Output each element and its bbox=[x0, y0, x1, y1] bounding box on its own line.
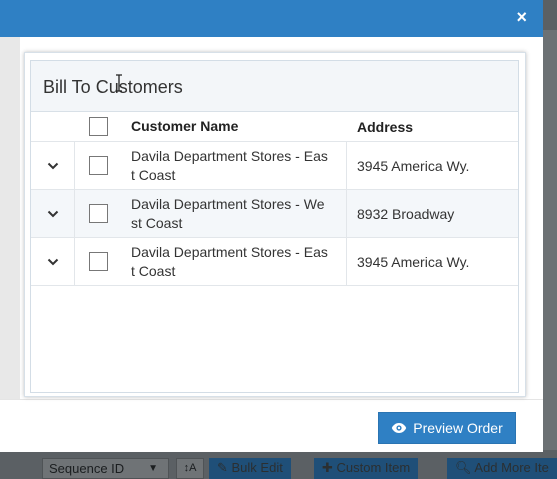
select-all-checkbox[interactable] bbox=[88, 117, 108, 136]
customer-name-line2: t Coast bbox=[131, 166, 176, 183]
preview-order-button[interactable]: Preview Order bbox=[378, 412, 516, 444]
bulk-edit-button[interactable]: ✎ Bulk Edit bbox=[209, 458, 291, 479]
header-expand-cell bbox=[31, 112, 75, 141]
add-more-items-button[interactable]: 🔍︎ Add More Ite bbox=[447, 458, 557, 479]
row-checkbox[interactable] bbox=[88, 252, 108, 271]
custom-item-label: Custom Item bbox=[336, 460, 411, 475]
chevron-down-icon[interactable] bbox=[47, 162, 59, 170]
custom-item-button[interactable]: ✚ Custom Item bbox=[314, 458, 419, 479]
preview-order-label: Preview Order bbox=[413, 420, 503, 436]
expand-cell bbox=[31, 142, 75, 189]
pencil-icon: ✎ bbox=[217, 460, 232, 475]
sort-button[interactable]: ↕A bbox=[176, 458, 204, 479]
plus-icon: ✚ bbox=[322, 460, 337, 475]
table-row[interactable]: Davila Department Stores - Eas t Coast 39… bbox=[31, 238, 518, 286]
row-checkbox[interactable] bbox=[88, 156, 108, 175]
panel-title-bar: Bill To Customers bbox=[31, 61, 518, 112]
customer-name-line1: Davila Department Stores - We bbox=[131, 195, 325, 212]
sequence-select[interactable]: Sequence ID ▼ bbox=[42, 458, 169, 479]
customer-name-line1: Davila Department Stores - Eas bbox=[131, 147, 328, 164]
customer-name-line2: st Coast bbox=[131, 214, 183, 231]
bill-to-frame: Bill To Customers Customer Name Address bbox=[30, 60, 519, 393]
modal-left-gutter bbox=[0, 37, 20, 399]
customer-name-cell: Davila Department Stores - We st Coast bbox=[121, 190, 347, 237]
order-modal: × Preview Order Bill To Customers Custom… bbox=[0, 0, 543, 452]
bulk-edit-label: Bulk Edit bbox=[231, 460, 283, 475]
caret-down-icon: ▼ bbox=[148, 463, 158, 474]
customer-name-line2: t Coast bbox=[131, 262, 176, 279]
panel-title: Bill To Customers bbox=[43, 77, 183, 97]
customer-name-cell: Davila Department Stores - Eas t Coast bbox=[121, 238, 347, 285]
expand-cell bbox=[31, 190, 75, 237]
address-cell: 8932 Broadway bbox=[357, 205, 455, 222]
header-check-cell bbox=[75, 112, 121, 141]
column-header-customer-name[interactable]: Customer Name bbox=[121, 112, 347, 141]
sequence-select-value: Sequence ID bbox=[49, 461, 125, 476]
expand-cell bbox=[31, 238, 75, 285]
check-cell bbox=[75, 190, 121, 237]
screen: Sequence ID ▼ ↕A ✎ Bulk Edit ✚ Custom It… bbox=[0, 0, 557, 479]
modal-header: × bbox=[0, 0, 543, 37]
check-cell bbox=[75, 142, 121, 189]
search-plus-icon: 🔍︎ bbox=[455, 460, 475, 475]
bill-to-panel: Bill To Customers Customer Name Address bbox=[24, 52, 526, 397]
column-header-address[interactable]: Address bbox=[347, 112, 518, 141]
table-header-row: Customer Name Address bbox=[31, 112, 518, 142]
eye-icon bbox=[392, 423, 407, 433]
modal-footer-divider bbox=[0, 399, 543, 400]
background-right-strip bbox=[543, 30, 557, 450]
customer-name-line1: Davila Department Stores - Eas bbox=[131, 243, 328, 260]
text-cursor-icon bbox=[116, 74, 122, 92]
customers-table: Customer Name Address Davila Department … bbox=[31, 112, 518, 286]
check-cell bbox=[75, 238, 121, 285]
row-checkbox[interactable] bbox=[88, 204, 108, 223]
address-cell: 3945 America Wy. bbox=[357, 157, 470, 174]
table-row[interactable]: Davila Department Stores - We st Coast 89… bbox=[31, 190, 518, 238]
address-cell: 3945 America Wy. bbox=[357, 253, 470, 270]
chevron-down-icon[interactable] bbox=[47, 210, 59, 218]
customer-name-cell: Davila Department Stores - Eas t Coast bbox=[121, 142, 347, 189]
add-more-items-label: Add More Ite bbox=[474, 460, 549, 475]
table-row[interactable]: Davila Department Stores - Eas t Coast 39… bbox=[31, 142, 518, 190]
close-icon[interactable]: × bbox=[516, 7, 527, 27]
chevron-down-icon[interactable] bbox=[47, 258, 59, 266]
